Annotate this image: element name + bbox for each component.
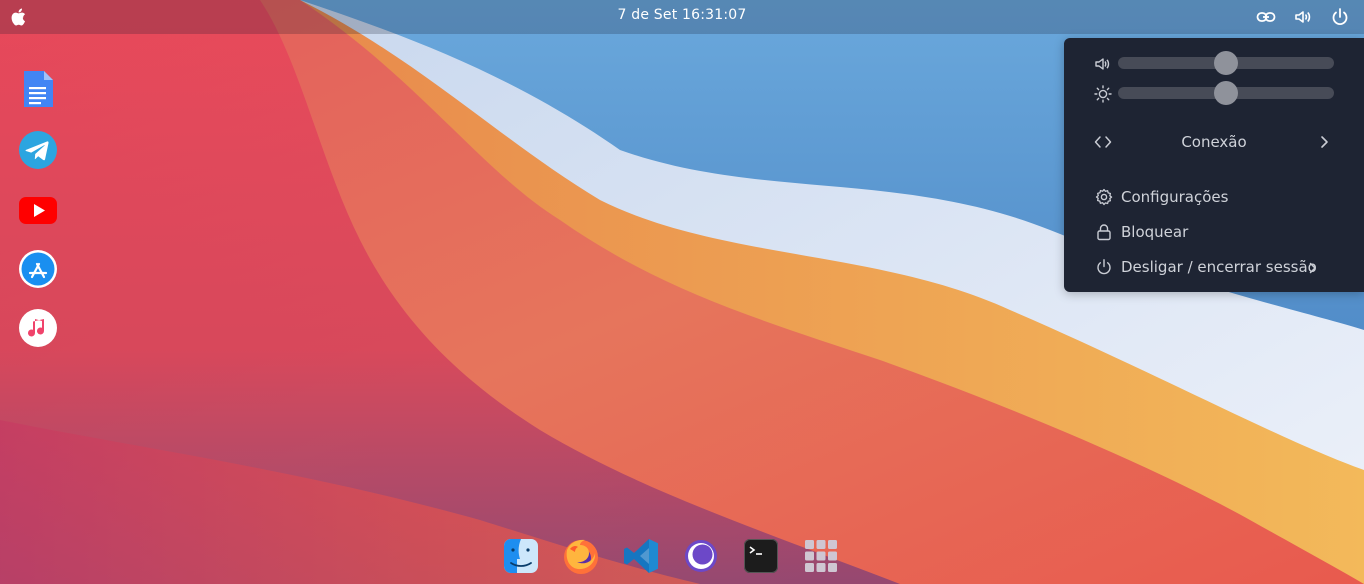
brightness-slider-row [1092, 81, 1336, 105]
desktop[interactable]: 7 de Set 16:31:07 Conexão Configurações … [0, 0, 1364, 584]
connection-label: Conexão [1181, 133, 1247, 151]
terminal-icon[interactable] [742, 537, 780, 575]
volume-icon [1095, 58, 1110, 70]
google-docs-icon[interactable] [18, 69, 58, 109]
top-bar: 7 de Set 16:31:07 [0, 0, 1364, 34]
finder-icon[interactable] [502, 537, 540, 575]
volume-icon[interactable] [1293, 7, 1313, 27]
volume-slider[interactable] [1118, 51, 1334, 75]
firefox-icon[interactable] [562, 537, 600, 575]
apple-logo-icon[interactable] [8, 6, 30, 28]
chevron-right-icon [1309, 262, 1316, 274]
power-icon[interactable] [1330, 7, 1350, 27]
lock-label: Bloquear [1121, 223, 1189, 241]
power-off-menu-item[interactable]: Desligar / encerrar sessão [1092, 255, 1342, 279]
lock-icon [1097, 224, 1111, 241]
chevron-right-icon [1321, 136, 1328, 148]
gear-icon [1095, 188, 1113, 206]
connection-row[interactable]: Conexão [1090, 130, 1338, 154]
app-grid-icon[interactable] [802, 537, 840, 575]
power-icon [1097, 259, 1111, 275]
power-off-label: Desligar / encerrar sessão [1121, 258, 1317, 276]
telegram-icon[interactable] [18, 130, 58, 170]
settings-label: Configurações [1121, 188, 1229, 206]
youtube-icon[interactable] [18, 190, 58, 230]
brightness-slider-knob[interactable] [1214, 81, 1238, 105]
link-icon[interactable] [1256, 7, 1276, 27]
clock[interactable]: 7 de Set 16:31:07 [617, 7, 746, 23]
brightness-icon [1094, 85, 1112, 103]
music-icon[interactable] [18, 308, 58, 348]
app-store-icon[interactable] [18, 249, 58, 289]
quick-settings-panel: Conexão Configurações Bloquear Desligar … [1064, 38, 1364, 292]
vscode-icon[interactable] [622, 537, 660, 575]
screen-recorder-icon[interactable] [682, 537, 720, 575]
settings-menu-item[interactable]: Configurações [1092, 185, 1342, 209]
brightness-slider[interactable] [1118, 81, 1334, 105]
lock-menu-item[interactable]: Bloquear [1092, 220, 1342, 244]
volume-slider-row [1092, 51, 1336, 75]
volume-slider-knob[interactable] [1214, 51, 1238, 75]
